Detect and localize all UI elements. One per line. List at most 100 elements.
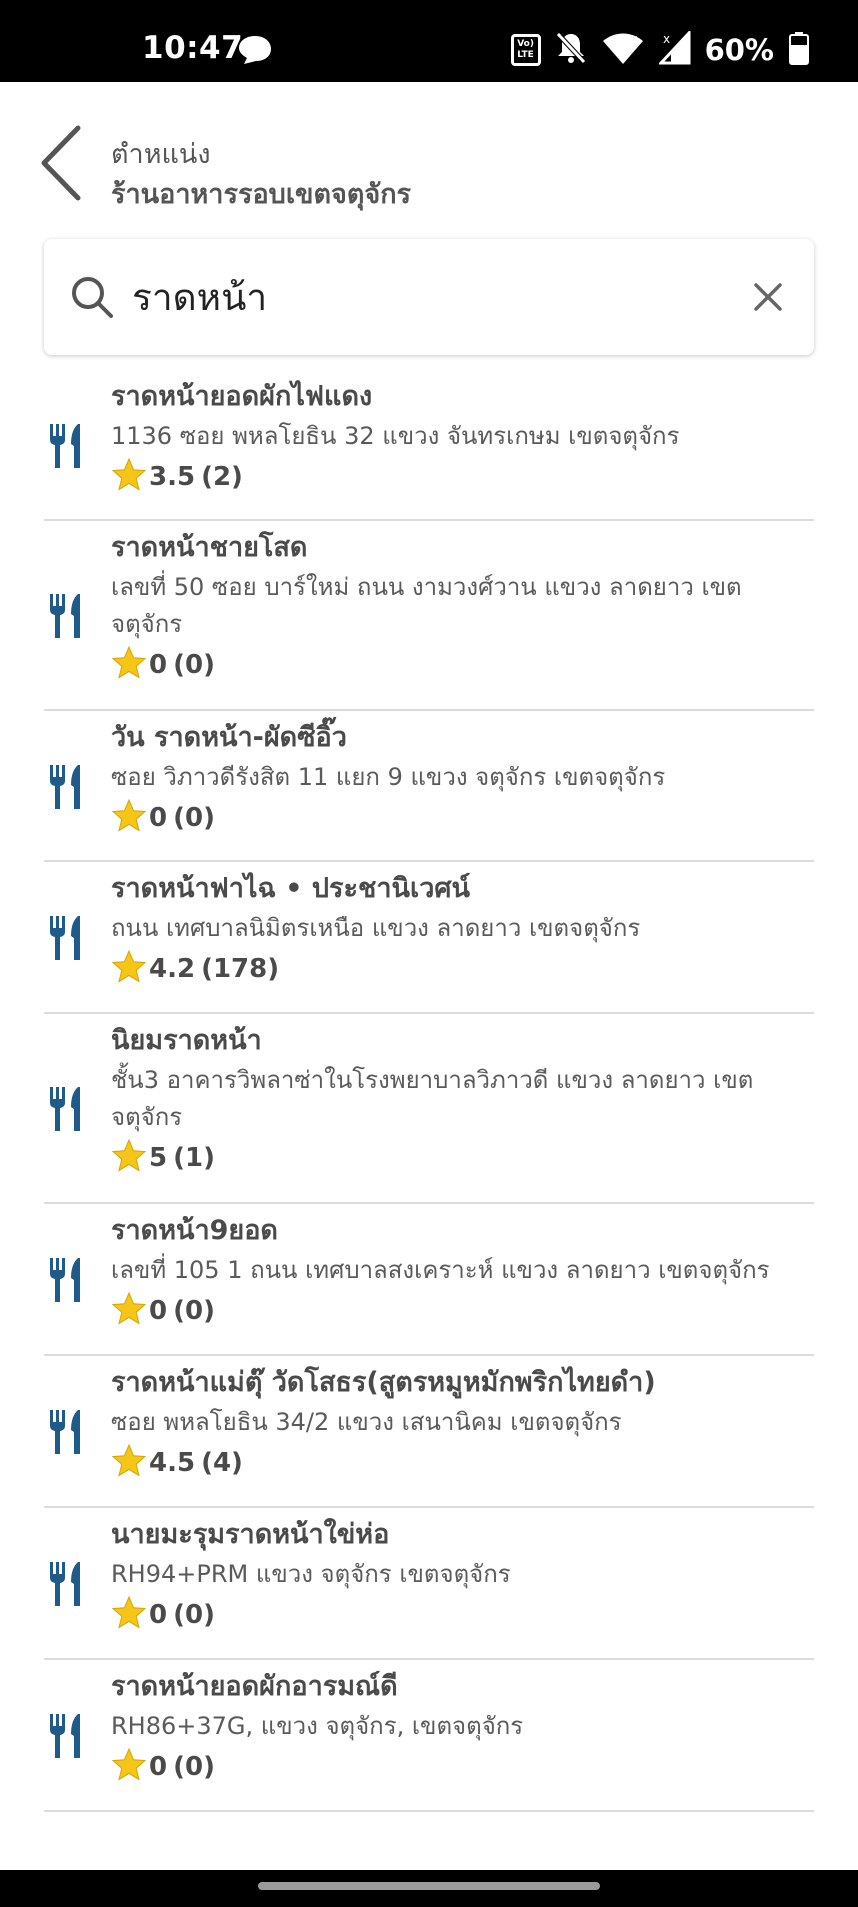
rating-value: 3.5 xyxy=(149,462,196,492)
back-button[interactable] xyxy=(38,124,88,202)
result-address: ซอย วิภาวดีรังสิต 11 แยก 9 แขวง จตุจักร … xyxy=(111,763,666,791)
rating-value: 4.5 xyxy=(149,1448,196,1478)
header: ตำหแน่ง ร้านอาหารรอบเขตจตุจักร xyxy=(0,82,858,232)
result-address: RH86+37G, แขวง จตุจักร, เขตจตุจักร xyxy=(111,1712,524,1740)
close-icon xyxy=(754,283,782,311)
result-details: ราดหน้า9ยอดเลขที่ 105 1 ถนน เทศบาลสงเครา… xyxy=(111,1212,814,1331)
rating-value: 5 xyxy=(149,1143,168,1173)
result-name: ราดหน้าชายโสด xyxy=(111,532,308,563)
header-label: ตำหแน่ง xyxy=(111,139,211,170)
result-rating: 0 (0) xyxy=(111,1747,814,1787)
rating-value: 0 xyxy=(149,650,168,680)
rating-value: 4.2 xyxy=(149,954,196,984)
status-bar: 10:47 Vo) LTE x x 60% xyxy=(0,0,858,82)
result-rating: 0 (0) xyxy=(111,1595,814,1635)
clear-search-button[interactable] xyxy=(750,279,786,315)
result-name: วัน ราดหน้า-ผัดซีอิ๊ว xyxy=(111,722,347,753)
search-input[interactable] xyxy=(132,267,692,327)
result-rating: 4.2 (178) xyxy=(111,949,814,989)
result-details: วัน ราดหน้า-ผัดซีอิ๊วซอย วิภาวดีรังสิต 1… xyxy=(111,719,814,838)
result-name: นิยมราดหน้า xyxy=(111,1025,262,1056)
star-icon xyxy=(111,645,149,685)
rating-value: 0 xyxy=(149,1752,168,1782)
battery-icon xyxy=(788,31,810,69)
mute-icon xyxy=(555,31,587,69)
svg-text:x: x xyxy=(631,32,638,45)
result-rating: 0 (0) xyxy=(111,798,814,838)
star-icon xyxy=(111,457,149,497)
star-icon xyxy=(111,1595,149,1635)
result-details: ราดหน้าแม่ตุ๊ วัดโสธร(สูตรหมูหมักพริกไทย… xyxy=(111,1364,814,1483)
result-name: ราดหน้า9ยอด xyxy=(111,1215,278,1246)
result-address: ถนน เทศบาลนิมิตรเหนือ แขวง ลาดยาว เขตจตุ… xyxy=(111,914,641,942)
result-item[interactable]: ราดหน้า9ยอดเลขที่ 105 1 ถนน เทศบาลสงเครา… xyxy=(44,1204,814,1356)
result-rating: 3.5 (2) xyxy=(111,457,814,497)
restaurant-icon xyxy=(48,1712,86,1764)
result-item[interactable]: ราดหน้าฟาไฉ • ประชานิเวศน์ถนน เทศบาลนิมิ… xyxy=(44,862,814,1014)
result-item[interactable]: ราดหน้าชายโสดเลขที่ 50 ซอย บาร์ใหม่ ถนน … xyxy=(44,521,814,711)
result-details: นายมะรุมราดหน้าใข่ห่อ RH94+PRM แขวง จตุจั… xyxy=(111,1516,814,1635)
rating-value: 0 xyxy=(149,1296,168,1326)
restaurant-icon xyxy=(48,1085,86,1137)
status-time: 10:47 xyxy=(142,30,244,66)
star-icon xyxy=(111,1443,149,1483)
restaurant-icon xyxy=(48,1560,86,1612)
results-list: ราดหน้ายอดผักไฟแดง 1136 ซอย พหลโยธิน 32 แ… xyxy=(44,370,814,1812)
result-name: ราดหน้ายอดผักไฟแดง xyxy=(111,381,373,412)
status-icons: Vo) LTE x x 60% xyxy=(510,29,810,70)
rating-count: (4) xyxy=(201,1448,243,1478)
result-address: RH94+PRM แขวง จตุจักร เขตจตุจักร xyxy=(111,1560,511,1588)
rating-count: (2) xyxy=(201,462,243,492)
rating-count: (178) xyxy=(201,954,280,984)
star-icon xyxy=(111,949,149,989)
result-details: ราดหน้ายอดผักอารมณ์ดี RH86+37G, แขวง จตุจ… xyxy=(111,1668,814,1787)
result-rating: 4.5 (4) xyxy=(111,1443,814,1483)
result-address: 1136 ซอย พหลโยธิน 32 แขวง จันทรเกษม เขตจ… xyxy=(111,422,680,450)
star-icon xyxy=(111,1291,149,1331)
rating-count: (0) xyxy=(173,650,215,680)
result-address: ชั้น3 อาคารวิพลาซ่าในโรงพยาบาลวิภาวดี แข… xyxy=(111,1066,754,1131)
battery-percent: 60% xyxy=(704,33,774,67)
rating-count: (0) xyxy=(173,1600,215,1630)
result-address: เลขที่ 105 1 ถนน เทศบาลสงเคราะห์ แขวง ลา… xyxy=(111,1256,770,1284)
result-details: ราดหน้ายอดผักไฟแดง 1136 ซอย พหลโยธิน 32 แ… xyxy=(111,378,814,497)
result-details: นิยมราดหน้าชั้น3 อาคารวิพลาซ่าในโรงพยาบา… xyxy=(111,1022,814,1178)
restaurant-icon xyxy=(48,1256,86,1308)
rating-value: 0 xyxy=(149,1600,168,1630)
rating-count: (0) xyxy=(173,803,215,833)
svg-text:x: x xyxy=(663,32,670,46)
result-name: นายมะรุมราดหน้าใข่ห่อ xyxy=(111,1519,390,1550)
result-item[interactable]: นิยมราดหน้าชั้น3 อาคารวิพลาซ่าในโรงพยาบา… xyxy=(44,1014,814,1204)
volte-bottom-label: LTE xyxy=(517,50,534,60)
result-details: ราดหน้าชายโสดเลขที่ 50 ซอย บาร์ใหม่ ถนน … xyxy=(111,529,814,685)
result-item[interactable]: นายมะรุมราดหน้าใข่ห่อ RH94+PRM แขวง จตุจั… xyxy=(44,1508,814,1660)
rating-count: (0) xyxy=(173,1752,215,1782)
result-name: ราดหน้ายอดผักอารมณ์ดี xyxy=(111,1671,398,1702)
result-details: ราดหน้าฟาไฉ • ประชานิเวศน์ถนน เทศบาลนิมิ… xyxy=(111,870,814,989)
page-title: ร้านอาหารรอบเขตจตุจักร xyxy=(111,179,412,210)
restaurant-icon xyxy=(48,763,86,815)
chat-bubble-icon xyxy=(236,34,274,70)
result-item[interactable]: วัน ราดหน้า-ผัดซีอิ๊วซอย วิภาวดีรังสิต 1… xyxy=(44,711,814,862)
star-icon xyxy=(111,1747,149,1787)
wifi-icon: x xyxy=(601,31,645,69)
partial-list-item xyxy=(400,1822,510,1832)
result-item[interactable]: ราดหน้าแม่ตุ๊ วัดโสธร(สูตรหมูหมักพริกไทย… xyxy=(44,1356,814,1508)
search-icon xyxy=(70,275,114,323)
search-box[interactable] xyxy=(44,239,814,355)
result-address: เลขที่ 50 ซอย บาร์ใหม่ ถนน งามวงศ์วาน แข… xyxy=(111,573,742,638)
chevron-left-icon xyxy=(41,125,81,201)
result-rating: 5 (1) xyxy=(111,1138,814,1178)
star-icon xyxy=(111,1138,149,1178)
result-name: ราดหน้าฟาไฉ • ประชานิเวศน์ xyxy=(111,873,470,904)
result-address: ซอย พหลโยธิน 34/2 แขวง เสนานิคม เขตจตุจั… xyxy=(111,1408,622,1436)
result-item[interactable]: ราดหน้ายอดผักไฟแดง 1136 ซอย พหลโยธิน 32 แ… xyxy=(44,370,814,521)
restaurant-icon xyxy=(48,592,86,644)
volte-top-label: Vo) xyxy=(517,39,534,49)
star-icon xyxy=(111,798,149,838)
rating-count: (1) xyxy=(173,1143,215,1173)
restaurant-icon xyxy=(48,1408,86,1460)
home-indicator[interactable] xyxy=(258,1882,600,1890)
result-name: ราดหน้าแม่ตุ๊ วัดโสธร(สูตรหมูหมักพริกไทย… xyxy=(111,1367,656,1398)
result-item[interactable]: ราดหน้ายอดผักอารมณ์ดี RH86+37G, แขวง จตุจ… xyxy=(44,1660,814,1812)
